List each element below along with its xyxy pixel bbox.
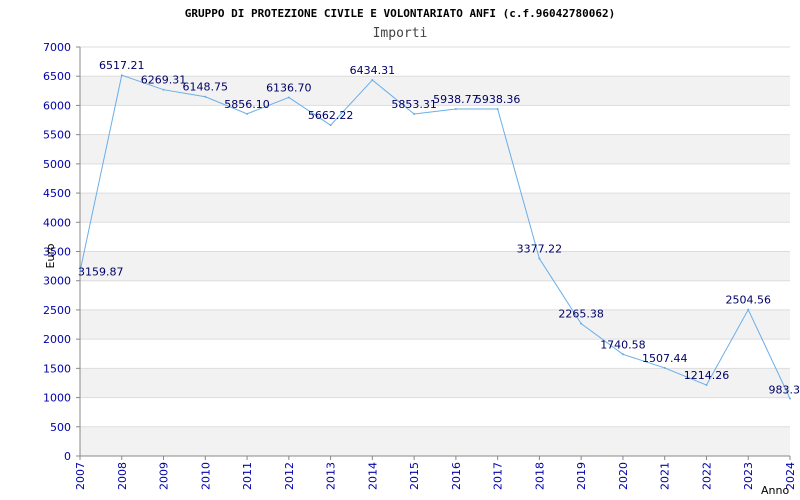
data-label: 1214.26 xyxy=(684,369,730,382)
y-tick-label: 6500 xyxy=(43,70,71,83)
grid-band xyxy=(80,309,790,340)
chart-subtitle: Importi xyxy=(373,26,428,41)
plot-background-bands xyxy=(80,76,790,456)
data-label: 1740.58 xyxy=(600,338,646,351)
data-point xyxy=(246,112,249,115)
data-point xyxy=(747,308,750,311)
x-tick-label: 2017 xyxy=(492,462,505,490)
x-tick-label: 2020 xyxy=(617,462,630,490)
y-tick-label: 7000 xyxy=(43,41,71,54)
series-line xyxy=(79,74,791,400)
y-tick-label: 5000 xyxy=(43,158,71,171)
x-tick-label: 2010 xyxy=(199,462,212,490)
data-point xyxy=(789,397,791,400)
x-tick-label: 2009 xyxy=(158,462,171,490)
x-tick-label: 2008 xyxy=(116,462,129,490)
x-tick-label: 2007 xyxy=(74,462,87,490)
y-tick-label: 1000 xyxy=(43,392,71,405)
y-tick-label: 1500 xyxy=(43,362,71,375)
data-label: 983.3 xyxy=(769,384,800,397)
data-label: 5938.77 xyxy=(433,93,479,106)
data-point xyxy=(413,112,416,115)
x-tick-label: 2018 xyxy=(533,462,546,490)
grid-band xyxy=(80,193,790,223)
data-label: 1507.44 xyxy=(642,352,688,365)
x-tick-label: 2016 xyxy=(450,462,463,490)
data-point xyxy=(538,257,541,260)
data-point xyxy=(204,95,207,98)
x-tick-label: 2022 xyxy=(700,462,713,490)
data-label: 6517.21 xyxy=(99,59,145,72)
x-tick-label: 2021 xyxy=(659,462,672,490)
y-tick-label: 0 xyxy=(64,450,71,463)
y-tick-label: 4500 xyxy=(43,187,71,200)
data-point xyxy=(705,384,708,387)
data-label: 3377.22 xyxy=(517,243,563,256)
series-line xyxy=(79,74,791,399)
x-tick-label: 2015 xyxy=(408,462,421,490)
data-point xyxy=(663,366,666,369)
y-tick-label: 5500 xyxy=(43,129,71,142)
data-point xyxy=(371,79,374,82)
y-tick-label: 4000 xyxy=(43,216,71,229)
x-tick-label: 2014 xyxy=(366,462,379,490)
y-tick-label: 2000 xyxy=(43,333,71,346)
x-tick-label: 2012 xyxy=(283,462,296,490)
chart-title: GRUPPO DI PROTEZIONE CIVILE E VOLONTARIA… xyxy=(185,7,615,20)
y-axis-label: Euro xyxy=(44,243,57,268)
x-tick-label: 2011 xyxy=(241,462,254,490)
x-tick-label: 2019 xyxy=(575,462,588,490)
data-point xyxy=(287,96,290,99)
data-point xyxy=(454,108,457,111)
data-point xyxy=(580,322,583,325)
grid-band xyxy=(80,251,790,281)
y-tick-label: 6000 xyxy=(43,99,71,112)
data-point xyxy=(120,74,123,77)
line-chart: 0500100015002000250030003500400045005000… xyxy=(43,7,800,497)
data-point xyxy=(621,353,624,356)
data-point xyxy=(496,108,499,111)
data-label: 5853.31 xyxy=(391,98,437,111)
data-labels: 3159.87 6517.21 6269.316148.75 5856.10 6136.… xyxy=(78,59,800,396)
data-label: 3159.87 xyxy=(78,265,124,278)
data-label: 5938.36 xyxy=(475,93,521,106)
x-axis-ticks: 2007 2008 2009 2010 2011 2012 2013 2014 2015 2016… xyxy=(74,456,797,490)
x-axis-label: Anno xyxy=(761,484,789,497)
data-label: 6269.31 xyxy=(141,74,187,87)
data-point xyxy=(329,124,332,127)
y-tick-label: 500 xyxy=(50,421,71,434)
data-label: 5662.22 xyxy=(308,109,354,122)
y-tick-label: 3000 xyxy=(43,275,71,288)
y-tick-label: 2500 xyxy=(43,304,71,317)
grid-band xyxy=(80,426,790,456)
data-label: 6148.75 xyxy=(183,81,229,94)
data-label: 6136.70 xyxy=(266,81,312,94)
x-tick-label: 2023 xyxy=(742,462,755,490)
x-tick-label: 2013 xyxy=(325,462,338,490)
data-label: 2504.56 xyxy=(725,294,771,307)
data-label: 5856.10 xyxy=(224,98,270,111)
grid-band xyxy=(80,134,790,164)
data-label: 6434.31 xyxy=(350,64,396,77)
data-label: 2265.38 xyxy=(558,308,604,321)
data-point xyxy=(162,88,165,91)
